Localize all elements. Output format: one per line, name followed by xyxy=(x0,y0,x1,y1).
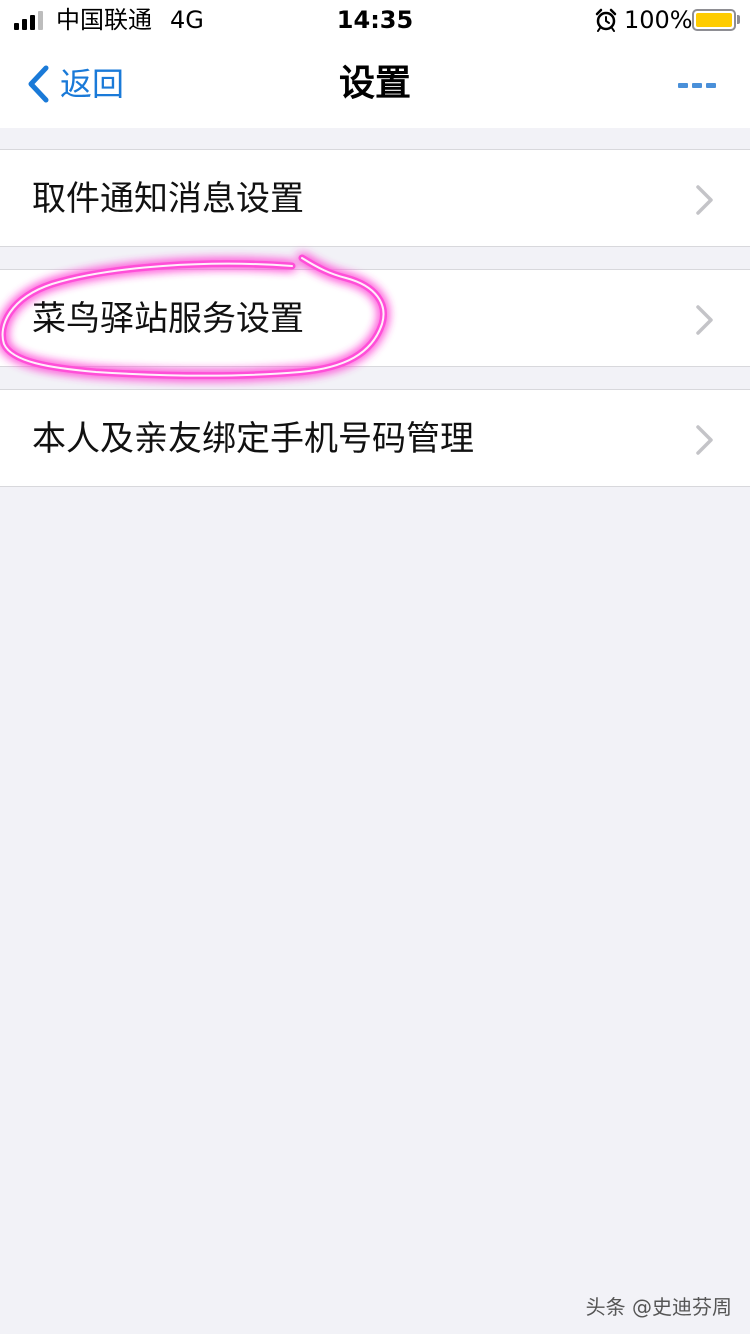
settings-item-phone-binding[interactable]: 本人及亲友绑定手机号码管理 xyxy=(0,389,750,487)
chevron-right-icon xyxy=(696,185,713,215)
status-bar: 中国联通 4G 14:35 100% xyxy=(0,0,750,40)
battery-percent: 100% xyxy=(624,6,693,34)
settings-item-cainiao-station[interactable]: 菜鸟驿站服务设置 xyxy=(0,269,750,367)
alarm-clock-icon xyxy=(595,8,617,32)
settings-item-label: 取件通知消息设置 xyxy=(32,179,304,219)
settings-item-label: 本人及亲友绑定手机号码管理 xyxy=(32,419,474,459)
page-title: 设置 xyxy=(338,63,411,104)
settings-item-pickup-notification[interactable]: 取件通知消息设置 xyxy=(0,149,750,247)
battery-icon xyxy=(692,9,736,31)
settings-item-label: 菜鸟驿站服务设置 xyxy=(32,299,304,339)
watermark-text: 头条 @史迪芬周 xyxy=(585,1295,732,1319)
more-dots-icon[interactable] xyxy=(668,70,724,100)
chevron-right-icon xyxy=(696,305,713,335)
chevron-right-icon xyxy=(696,425,713,455)
battery-nub xyxy=(737,15,740,24)
navigation-bar: 返回 设置 xyxy=(0,40,750,128)
